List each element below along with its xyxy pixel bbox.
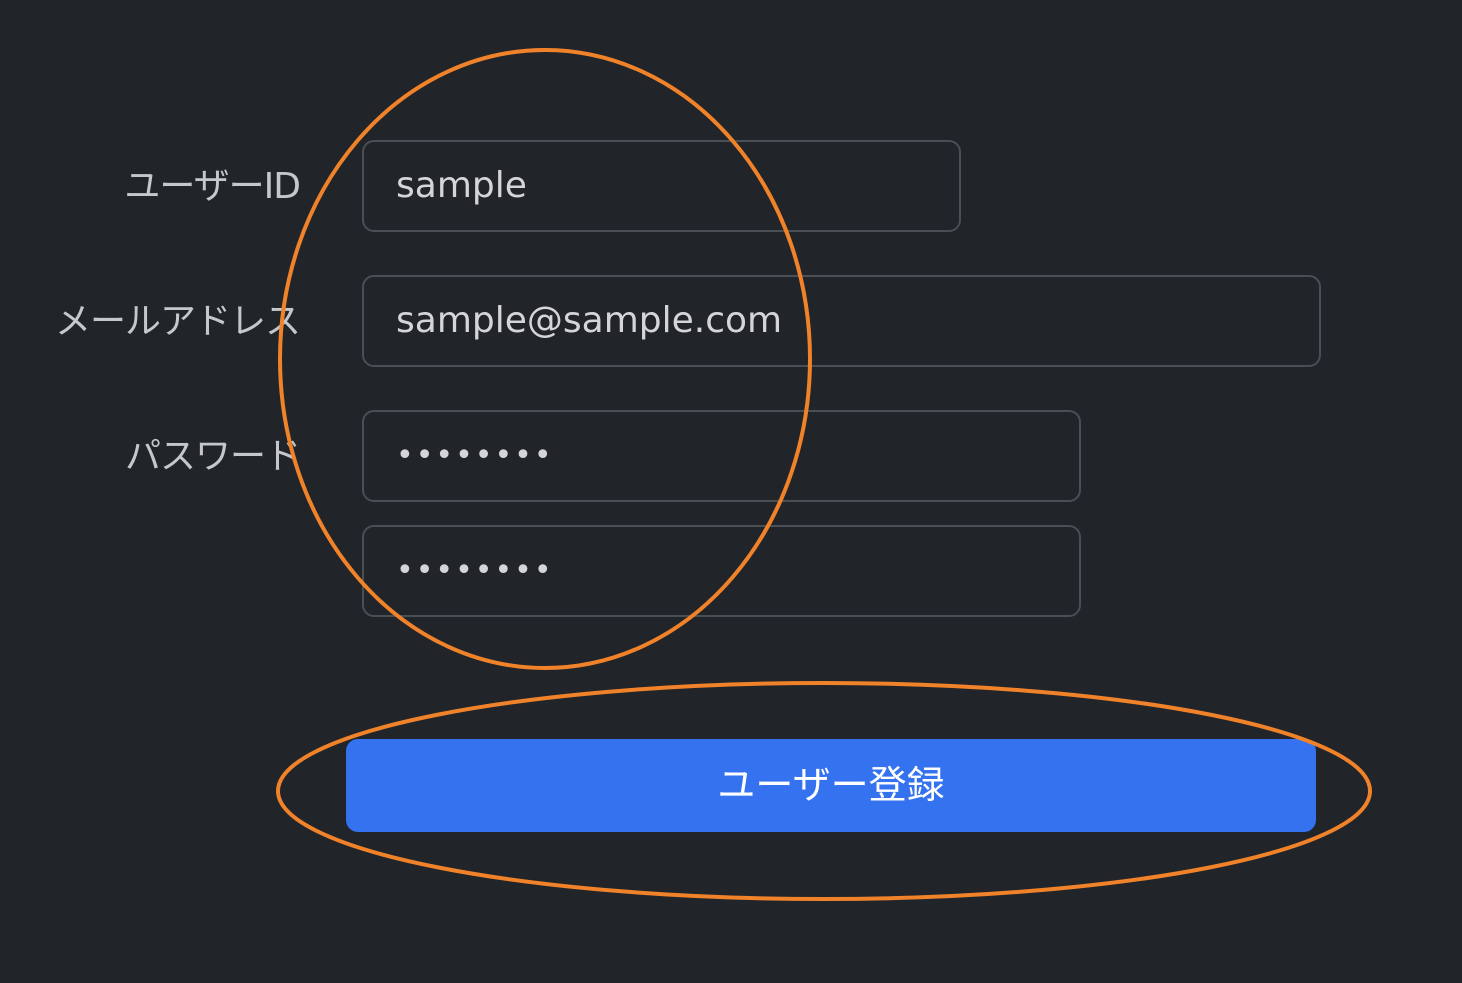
password-label: パスワード bbox=[124, 436, 301, 477]
password-confirm-input[interactable]: •••••••• bbox=[362, 525, 1081, 617]
email-label: メールアドレス bbox=[54, 301, 301, 342]
user-id-label: ユーザーID bbox=[124, 166, 301, 207]
user-id-input[interactable]: sample bbox=[362, 140, 961, 232]
register-user-button[interactable]: ユーザー登録 bbox=[346, 739, 1316, 832]
email-input[interactable]: sample@sample.com bbox=[362, 275, 1321, 367]
password-input[interactable]: •••••••• bbox=[362, 410, 1081, 502]
